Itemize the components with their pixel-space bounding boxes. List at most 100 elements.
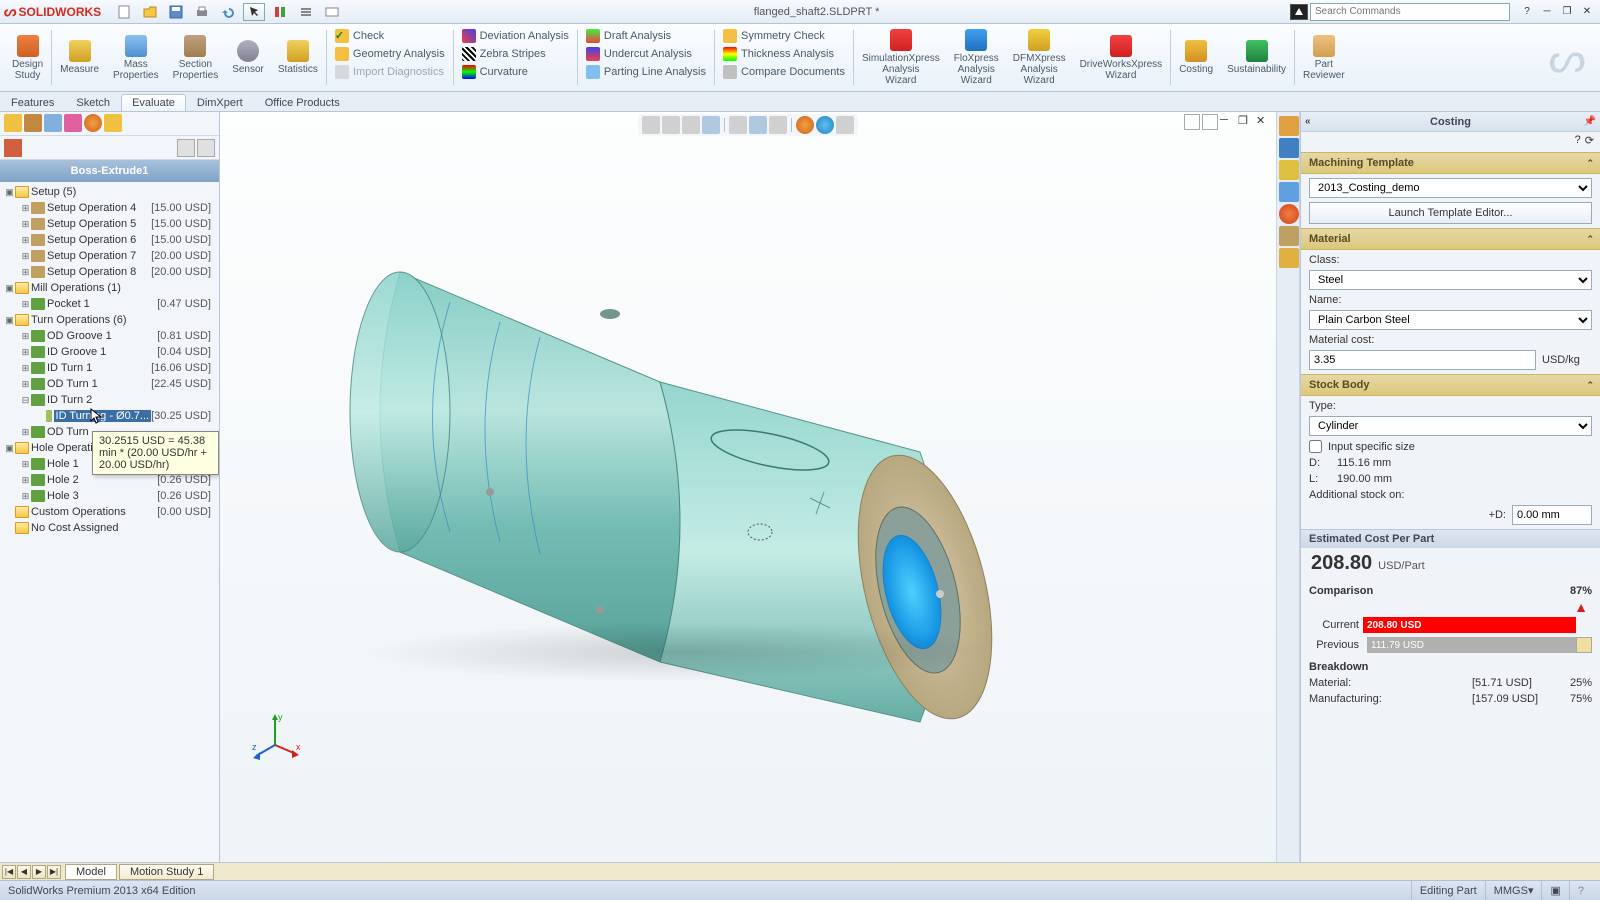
tab-model[interactable]: Model	[65, 864, 117, 880]
minimize-button[interactable]: ─	[1538, 5, 1556, 19]
vp-restore-icon[interactable]: ❐	[1238, 114, 1254, 130]
part-3d-view[interactable]	[300, 192, 1060, 752]
thickness-analysis-button[interactable]: Thickness Analysis	[721, 46, 847, 62]
tab-motion-study[interactable]: Motion Study 1	[119, 864, 214, 880]
plus-d-input[interactable]	[1512, 505, 1592, 525]
feature-manager-tab-icon[interactable]	[4, 114, 22, 132]
dimxpert-manager-tab-icon[interactable]	[64, 114, 82, 132]
close-button[interactable]: ✕	[1578, 5, 1596, 19]
launch-template-editor-button[interactable]: Launch Template Editor...	[1309, 202, 1592, 224]
view-orientation-icon[interactable]	[729, 116, 747, 134]
status-units[interactable]: MMGS ▾	[1485, 881, 1542, 900]
zebra-stripes-button[interactable]: Zebra Stripes	[460, 46, 571, 62]
section-view-icon[interactable]	[702, 116, 720, 134]
design-library-icon[interactable]	[1279, 138, 1299, 158]
statistics-button[interactable]: Statistics	[272, 26, 324, 89]
compare-documents-button[interactable]: Compare Documents	[721, 64, 847, 80]
material-class-select[interactable]: Steel	[1309, 270, 1592, 290]
appearances-icon[interactable]	[1279, 204, 1299, 224]
sw-search-icon[interactable]	[1290, 4, 1308, 20]
simulationxpress-button[interactable]: SimulationXpressAnalysisWizard	[856, 26, 946, 89]
vp-minimize-icon[interactable]: ─	[1220, 114, 1236, 130]
help-panel-icon[interactable]: ?	[1575, 134, 1581, 150]
sustainability-button[interactable]: Sustainability	[1221, 26, 1292, 89]
save-file-button[interactable]	[165, 3, 187, 21]
options-button[interactable]	[295, 3, 317, 21]
tab-last-icon[interactable]: ▶|	[47, 865, 61, 879]
vp-btn-2[interactable]	[1202, 114, 1218, 130]
zoom-area-icon[interactable]	[662, 116, 680, 134]
measure-button[interactable]: Measure	[54, 26, 105, 89]
display-style-icon[interactable]	[749, 116, 767, 134]
geometry-analysis-button[interactable]: Geometry Analysis	[333, 46, 447, 62]
tab-evaluate[interactable]: Evaluate	[121, 94, 186, 111]
hide-show-icon[interactable]	[769, 116, 787, 134]
undo-button[interactable]	[217, 3, 239, 21]
vp-btn-1[interactable]	[1184, 114, 1200, 130]
help-button[interactable]: ?	[1518, 5, 1536, 19]
floxpress-button[interactable]: FloXpressAnalysisWizard	[948, 26, 1005, 89]
tab-dimxpert[interactable]: DimXpert	[186, 94, 254, 111]
custom-props-icon[interactable]	[1279, 226, 1299, 246]
select-button[interactable]	[243, 3, 265, 21]
draft-analysis-button[interactable]: Draft Analysis	[584, 28, 708, 44]
parting-line-analysis-button[interactable]: Parting Line Analysis	[584, 64, 708, 80]
update-panel-icon[interactable]: ⟳	[1585, 134, 1594, 150]
selected-operation-row[interactable]: ID Turning - Ø0.7...[30.25 USD]	[0, 408, 219, 424]
tab-office-products[interactable]: Office Products	[254, 94, 351, 111]
symmetry-check-button[interactable]: Symmetry Check	[721, 28, 847, 44]
tab-next-icon[interactable]: ▶	[32, 865, 46, 879]
costing-button[interactable]: Costing	[1173, 26, 1219, 89]
settings-button[interactable]	[321, 3, 343, 21]
costing-manager-tab-icon[interactable]	[104, 114, 122, 132]
sw-resources-icon[interactable]	[1279, 116, 1299, 136]
property-manager-tab-icon[interactable]	[24, 114, 42, 132]
curvature-button[interactable]: Curvature	[460, 64, 571, 80]
machining-template-header[interactable]: Machining Template	[1309, 157, 1414, 169]
filter-icon[interactable]	[4, 139, 22, 157]
display-manager-tab-icon[interactable]	[84, 114, 102, 132]
template-select[interactable]: 2013_Costing_demo	[1309, 178, 1592, 198]
stock-type-select[interactable]: Cylinder	[1309, 416, 1592, 436]
view-palette-icon[interactable]	[1279, 182, 1299, 202]
material-header[interactable]: Material	[1309, 233, 1351, 245]
tab-sketch[interactable]: Sketch	[65, 94, 121, 111]
deviation-analysis-button[interactable]: Deviation Analysis	[460, 28, 571, 44]
pin-panel-icon[interactable]: 📌	[1584, 116, 1596, 127]
material-cost-input[interactable]	[1309, 350, 1536, 370]
config-manager-tab-icon[interactable]	[44, 114, 62, 132]
material-name-select[interactable]: Plain Carbon Steel	[1309, 310, 1592, 330]
edit-appearance-icon[interactable]	[796, 116, 814, 134]
tab-first-icon[interactable]: |◀	[2, 865, 16, 879]
zoom-fit-icon[interactable]	[642, 116, 660, 134]
vp-close-icon[interactable]: ✕	[1256, 114, 1272, 130]
graphics-viewport[interactable]: ─ ❐ ✕	[220, 112, 1276, 880]
rebuild-button[interactable]	[269, 3, 291, 21]
collapse-panel-icon[interactable]: «	[1305, 116, 1311, 127]
set-baseline-icon[interactable]	[1576, 637, 1592, 653]
tab-prev-icon[interactable]: ◀	[17, 865, 31, 879]
restore-button[interactable]: ❐	[1558, 5, 1576, 19]
apply-scene-icon[interactable]	[816, 116, 834, 134]
status-help-icon[interactable]: ?	[1569, 881, 1592, 900]
tab-features[interactable]: Features	[0, 94, 65, 111]
driveworksxpress-button[interactable]: DriveWorksXpressWizard	[1074, 26, 1169, 89]
section-properties-button[interactable]: SectionProperties	[167, 26, 225, 89]
dfmxpress-button[interactable]: DFMXpressAnalysisWizard	[1007, 26, 1072, 89]
check-button[interactable]: ✓Check	[333, 28, 447, 44]
prev-view-icon[interactable]	[682, 116, 700, 134]
print-button[interactable]	[191, 3, 213, 21]
costing-task-icon[interactable]	[1279, 248, 1299, 268]
search-commands-input[interactable]	[1310, 3, 1510, 21]
toggle2-icon[interactable]	[197, 139, 215, 157]
status-misc-icon[interactable]: ▣	[1541, 881, 1568, 900]
design-study-button[interactable]: DesignStudy	[6, 26, 49, 89]
mass-properties-button[interactable]: MassProperties	[107, 26, 165, 89]
stock-body-header[interactable]: Stock Body	[1309, 379, 1370, 391]
file-explorer-icon[interactable]	[1279, 160, 1299, 180]
costing-tree[interactable]: ▣Setup (5) ⊞Setup Operation 4[15.00 USD]…	[0, 182, 219, 880]
undercut-analysis-button[interactable]: Undercut Analysis	[584, 46, 708, 62]
view-settings-icon[interactable]	[836, 116, 854, 134]
new-file-button[interactable]	[113, 3, 135, 21]
input-specific-size-checkbox[interactable]: Input specific size	[1309, 440, 1592, 453]
